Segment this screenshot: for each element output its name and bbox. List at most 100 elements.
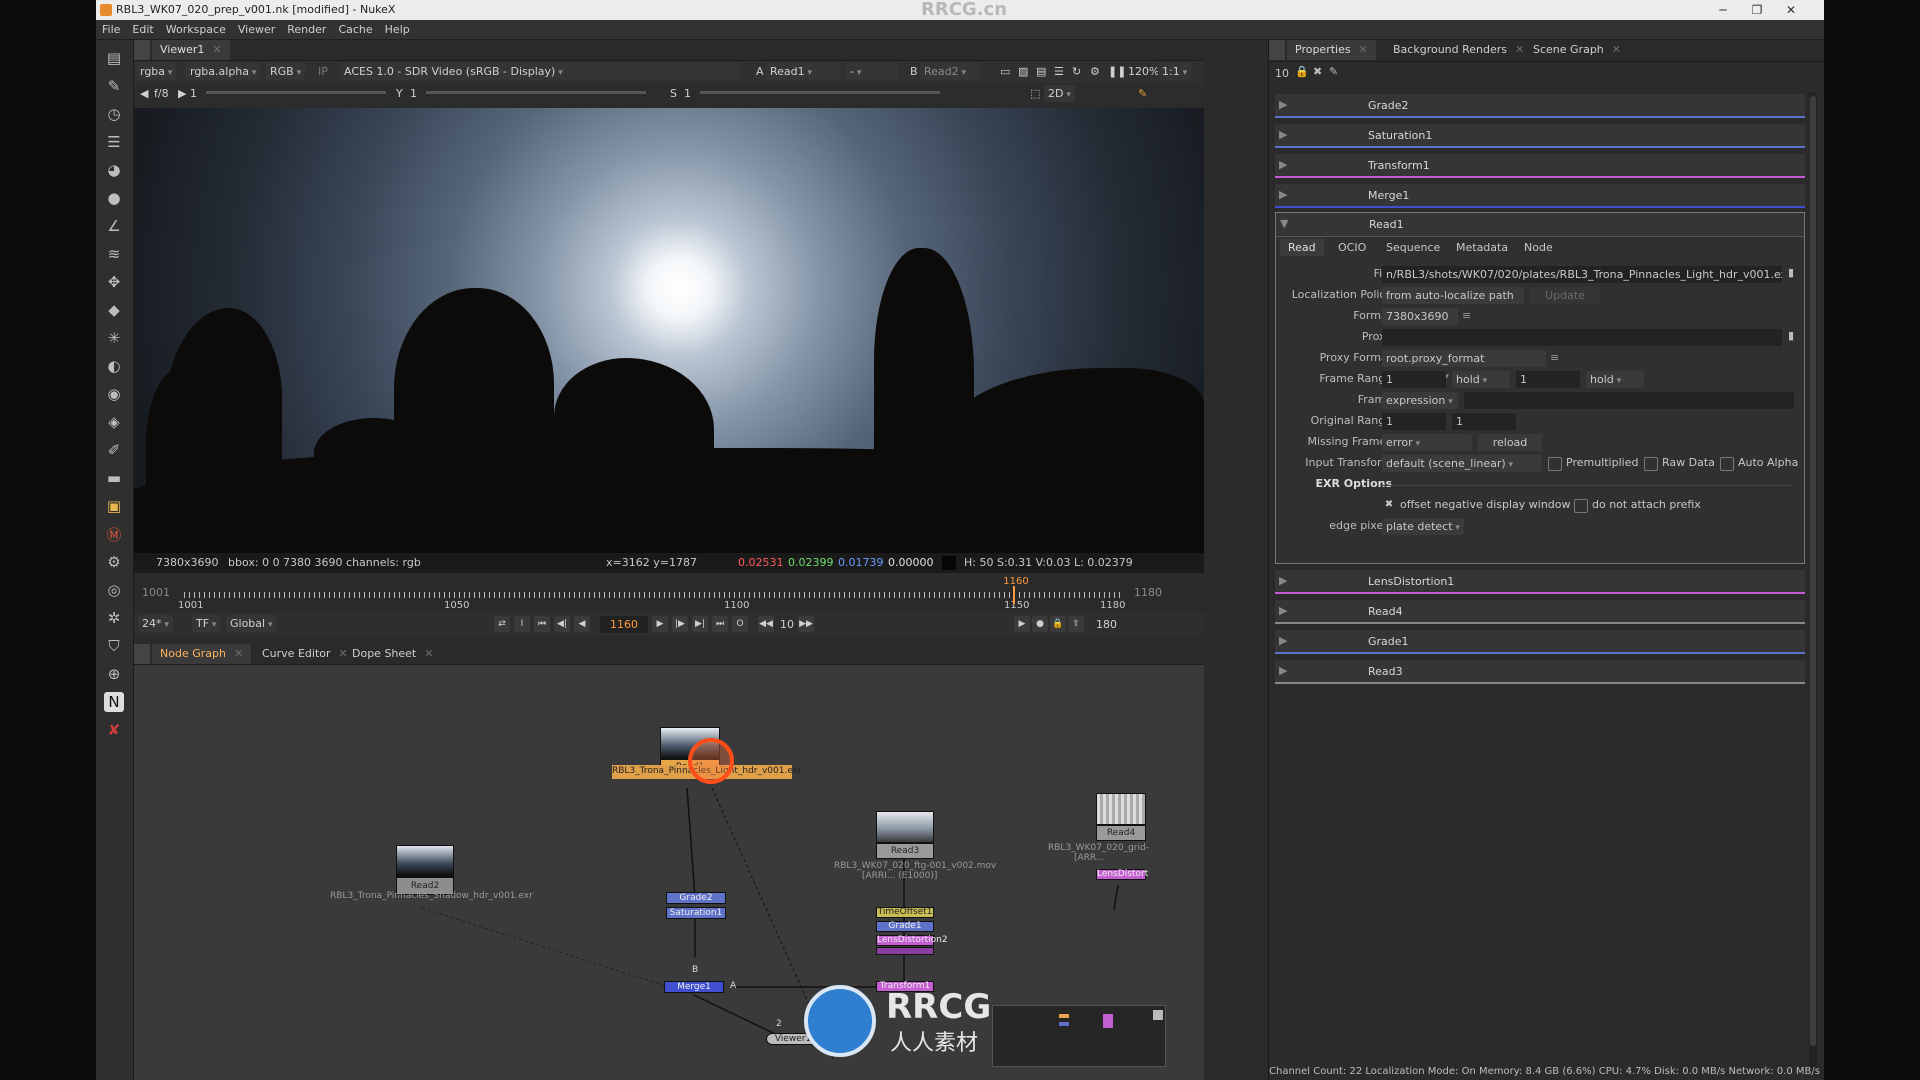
clock-icon[interactable]: ◷	[104, 104, 124, 124]
grade1-node[interactable]: Grade1	[876, 921, 934, 932]
globe-2-icon[interactable]: ⊕	[104, 664, 124, 684]
tab-properties[interactable]: Properties ✕	[1287, 40, 1376, 60]
saturation-value[interactable]: 1	[680, 85, 695, 102]
end-frame-field[interactable]: 180	[1092, 616, 1121, 633]
curve-icon[interactable]: ∠	[104, 216, 124, 236]
max-panels-field[interactable]: 10	[1275, 67, 1289, 80]
offset-negative-checkbox[interactable]: ✖	[1382, 499, 1396, 513]
expand-icon[interactable]: ▶	[1279, 634, 1287, 647]
localization-policy-dropdown[interactable]: from auto-localize path	[1382, 287, 1524, 304]
image-icon[interactable]: ▣	[104, 496, 124, 516]
colorspace-dropdown[interactable]: ACES 1.0 - SDR Video (sRGB - Display)	[340, 63, 740, 80]
channels-dropdown[interactable]: rgba	[136, 63, 177, 80]
expand-icon[interactable]: ▶	[1279, 188, 1287, 201]
view-mode-dropdown[interactable]: 2D	[1044, 85, 1075, 102]
overlay-icon[interactable]: ▤	[1032, 63, 1050, 80]
alpha-dropdown[interactable]: rgba.alpha	[186, 63, 261, 80]
node-graph[interactable]: Read1 RBL3_Trona_Pinnacles_Light_hdr_v00…	[134, 665, 1204, 1080]
auto-alpha-checkbox[interactable]	[1720, 457, 1734, 471]
lensdistortion1-node[interactable]: LensDistort	[1096, 869, 1148, 880]
merge1-node[interactable]: Merge1	[664, 981, 724, 993]
red-tool-icon[interactable]: ✘	[104, 720, 124, 740]
rgb-dropdown[interactable]: RGB	[266, 63, 306, 80]
fps-dropdown[interactable]: 24*	[138, 615, 173, 632]
no-prefix-checkbox[interactable]	[1574, 499, 1588, 513]
frame-range-start[interactable]: 1	[1382, 371, 1446, 388]
refresh-icon[interactable]: ↻	[1068, 63, 1085, 80]
lensdistortion1-panel-header[interactable]: ▶ LensDistortion1	[1275, 570, 1805, 594]
edit-icon[interactable]: ✎	[1329, 65, 1338, 78]
prev-key-button[interactable]: ◀|	[554, 616, 570, 632]
first-frame-button[interactable]: ⏮	[534, 616, 550, 632]
tab-curve-editor[interactable]: Curve Editor ✕	[254, 644, 356, 664]
menu-help[interactable]: Help	[379, 20, 416, 40]
pane-menu-icon[interactable]	[134, 40, 150, 60]
grade2-panel-header[interactable]: ▶ Grade2	[1275, 94, 1805, 118]
record-icon[interactable]: ●	[1032, 616, 1048, 632]
current-frame-field[interactable]: 1160	[600, 616, 648, 633]
sparkle-icon[interactable]: ✲	[104, 608, 124, 628]
gamma-value[interactable]: 1	[406, 85, 421, 102]
tab-read[interactable]: Read	[1280, 239, 1324, 256]
timeoffset1-node[interactable]: TimeOffset1	[876, 907, 934, 918]
edge-pixels-dropdown[interactable]: plate detect	[1382, 518, 1464, 535]
saturation-slider[interactable]	[700, 91, 940, 94]
expand-icon[interactable]: ▶	[1279, 128, 1287, 141]
properties-scrollbar[interactable]	[1809, 92, 1817, 1072]
step-forward-button[interactable]: ▶▶	[798, 616, 814, 632]
frame-range-end[interactable]: 1	[1516, 371, 1580, 388]
maximize-button[interactable]: ❐	[1740, 0, 1774, 20]
n-icon[interactable]: N	[104, 692, 124, 712]
ip-toggle[interactable]: IP	[314, 63, 332, 80]
collapse-icon[interactable]: ▼	[1280, 217, 1288, 230]
settings-icon[interactable]: ⚙	[1086, 63, 1104, 80]
paint-icon[interactable]: ✎	[104, 76, 124, 96]
color-wheel-icon[interactable]: ◕	[104, 160, 124, 180]
read3-thumbnail[interactable]	[876, 811, 934, 843]
fstop-value[interactable]: f/8	[150, 85, 173, 102]
menu-edit[interactable]: Edit	[126, 20, 159, 40]
tf-dropdown[interactable]: TF	[192, 615, 221, 632]
region-icon[interactable]: ▨	[1014, 63, 1032, 80]
eye-icon[interactable]: ◉	[104, 384, 124, 404]
export-icon[interactable]: ⇪	[1068, 616, 1084, 632]
m-logo-icon[interactable]: Ⓜ	[104, 524, 124, 544]
circle-icon[interactable]: ●	[104, 188, 124, 208]
pen-tool-icon[interactable]: ✐	[104, 440, 124, 460]
viewer-image[interactable]	[134, 108, 1204, 553]
proxy-input[interactable]	[1382, 329, 1782, 346]
input-transform-dropdown[interactable]: default (scene_linear)	[1382, 455, 1542, 472]
pane-menu-icon-2[interactable]	[134, 644, 150, 664]
frame-range-end-mode[interactable]: hold	[1586, 371, 1644, 388]
tab-viewer1[interactable]: Viewer1 ✕	[152, 40, 230, 60]
step-increment[interactable]: 10	[776, 616, 798, 633]
viewer-icon[interactable]: ▤	[104, 48, 124, 68]
layers-icon[interactable]: ≋	[104, 244, 124, 264]
timeline-ruler[interactable]	[184, 592, 1120, 598]
read1-panel-header[interactable]: ▼ Read1	[1276, 213, 1804, 237]
tab-background-renders[interactable]: Background Renders ✕	[1385, 40, 1532, 60]
proxy-icon[interactable]: ▭	[996, 63, 1014, 80]
tab-dope-sheet[interactable]: Dope Sheet ✕	[344, 644, 441, 664]
transform-icon[interactable]: ✥	[104, 272, 124, 292]
tag-icon[interactable]: ◈	[104, 412, 124, 432]
lock-panels-icon[interactable]: 🔒	[1295, 65, 1309, 78]
playhead[interactable]	[1013, 586, 1016, 604]
in-point-button[interactable]: I	[514, 616, 530, 632]
menu-cache[interactable]: Cache	[332, 20, 378, 40]
format-dropdown[interactable]: 7380x3690	[1382, 308, 1458, 325]
ratio-dropdown[interactable]: 1:1	[1158, 63, 1192, 80]
expand-icon[interactable]: ▶	[1279, 574, 1287, 587]
play-back-button[interactable]: ◀	[574, 616, 590, 632]
deep-icon[interactable]: ◐	[104, 356, 124, 376]
read4-panel-header[interactable]: ▶ Read4	[1275, 600, 1805, 624]
merge1-panel-header[interactable]: ▶ Merge1	[1275, 184, 1805, 208]
play-forward-button[interactable]: ▶	[652, 616, 668, 632]
saturation1-panel-header[interactable]: ▶ Saturation1	[1275, 124, 1805, 148]
menu-viewer[interactable]: Viewer	[232, 20, 281, 40]
stack-icon[interactable]: ☰	[104, 132, 124, 152]
shield-icon[interactable]: ⛉	[104, 636, 124, 656]
frame-expression-input[interactable]	[1464, 392, 1794, 409]
last-frame-button[interactable]: ⏭	[712, 616, 728, 632]
lut-icon[interactable]: ☰	[1050, 63, 1068, 80]
